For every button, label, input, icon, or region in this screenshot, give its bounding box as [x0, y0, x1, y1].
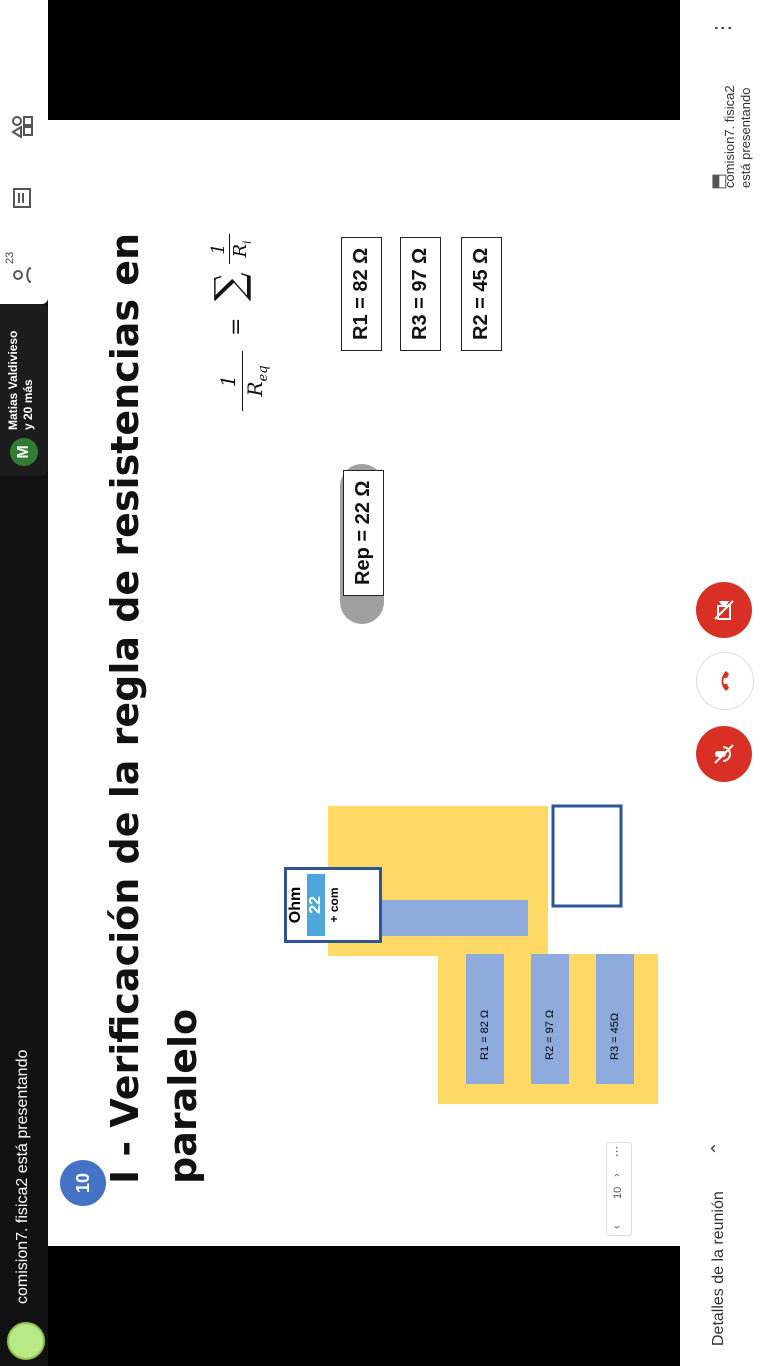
- resistor-row-1: R1 = 82 Ω: [466, 954, 504, 1084]
- multimeter-ports: + com: [327, 887, 341, 923]
- multimeter: [551, 804, 623, 908]
- mic-off-button[interactable]: [696, 726, 752, 782]
- resistor-row-2: R2 = 97 Ω: [531, 954, 569, 1084]
- participant-more: y 20 más: [21, 379, 35, 430]
- prev-slide-icon[interactable]: ‹: [611, 1225, 623, 1229]
- more-options-icon[interactable]: ⋮: [710, 17, 735, 38]
- participant-summary: Matias Valdivieso y 20 más: [6, 331, 36, 430]
- participant-avatar: M: [10, 438, 38, 466]
- pager-value: 10: [612, 1186, 624, 1199]
- presenting-info: comision7. fisica2 está presentando: [722, 85, 753, 188]
- meeting-details-link[interactable]: Detalles de la reunión: [710, 1191, 728, 1346]
- r2-box: R2 = 45 Ω: [461, 236, 502, 351]
- slide-title: I - Verificación de la regla de resisten…: [103, 232, 205, 1184]
- pager-more-icon[interactable]: ⋯: [610, 1146, 623, 1157]
- slide-pager[interactable]: ‹ 10 › ⋯: [606, 1142, 632, 1236]
- people-count: 23: [4, 251, 16, 264]
- shared-slide: 10 I - Verificación de la regla de resis…: [48, 120, 680, 1246]
- resistor-row-3: R3 = 45Ω: [596, 954, 634, 1084]
- participants-pill[interactable]: M Matias Valdivieso y 20 más: [0, 304, 48, 476]
- r3-box: R3 = 97 Ω: [400, 236, 441, 351]
- multimeter-body: Ohm 22 + com: [284, 867, 382, 943]
- presenter-avatar: [7, 1322, 45, 1360]
- camera-off-button[interactable]: [696, 582, 752, 638]
- bottom-bar: Detalles de la reunión ⌃ ⬒ comision7. fi…: [680, 0, 768, 1366]
- hangup-button[interactable]: [696, 652, 754, 710]
- req-box: Rep = 22 Ω: [343, 469, 384, 596]
- participant-name: Matias Valdivieso: [6, 330, 20, 430]
- r1-box: R1 = 82 Ω: [341, 236, 382, 351]
- presenting-banner: comision7. fisica2 está presentando: [14, 1049, 31, 1304]
- top-bar: comision7. fisica2 está presentando M Ma…: [0, 0, 48, 1366]
- chat-icon[interactable]: [10, 184, 38, 212]
- chevron-up-icon[interactable]: ⌃: [708, 1141, 729, 1156]
- activities-icon[interactable]: [10, 112, 38, 140]
- multimeter-display: 22: [307, 874, 325, 936]
- top-controls: 23 TÚ ✕: [0, 0, 48, 304]
- meet-landscape-view: comision7. fisica2 está presentando M Ma…: [0, 0, 768, 1366]
- next-slide-icon[interactable]: ›: [611, 1173, 623, 1177]
- multimeter-label: Ohm: [287, 886, 304, 924]
